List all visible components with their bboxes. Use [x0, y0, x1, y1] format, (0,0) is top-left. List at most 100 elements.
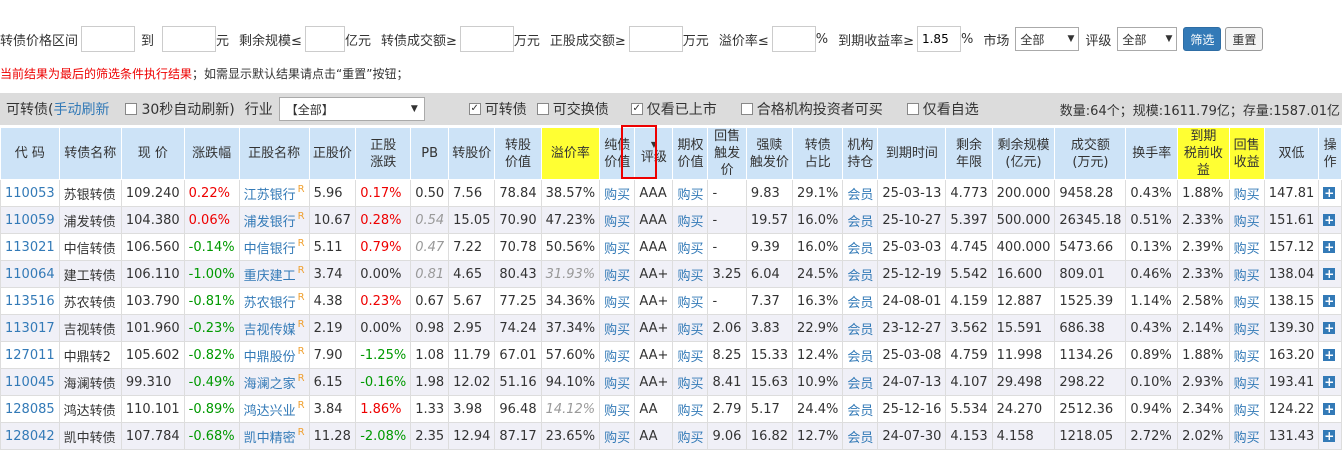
add-icon[interactable]: + — [1323, 186, 1336, 199]
buy-link[interactable]: 购买 — [1228, 179, 1265, 207]
column-header[interactable]: PB — [410, 127, 450, 180]
buy-link[interactable]: 购买 — [1228, 422, 1265, 450]
bond-code-link[interactable]: 110045 — [0, 368, 60, 396]
column-header[interactable]: 剩余规模 (亿元) — [991, 127, 1056, 180]
buy-link[interactable]: 购买 — [599, 368, 636, 396]
buy-link[interactable]: 购买 — [599, 314, 636, 342]
self-select-checkbox[interactable]: 仅看自选 — [906, 99, 979, 119]
manual-refresh-link[interactable]: 手动刷新 — [53, 99, 109, 119]
buy-link[interactable]: 购买 — [599, 287, 636, 315]
institutional-checkbox[interactable]: 合格机构投资者可买 — [740, 99, 883, 119]
member-link[interactable]: 会员 — [842, 287, 879, 315]
buy-link[interactable]: 购买 — [672, 179, 709, 207]
member-link[interactable]: 会员 — [842, 422, 879, 450]
member-link[interactable]: 会员 — [842, 179, 879, 207]
column-header[interactable]: 机构 持仓 — [842, 127, 879, 180]
stock-name-link[interactable]: 江苏银行 R — [238, 179, 310, 207]
action-cell[interactable]: + — [1318, 314, 1342, 342]
action-cell[interactable]: + — [1318, 260, 1342, 288]
add-icon[interactable]: + — [1323, 321, 1336, 334]
table-row[interactable]: 127011 中鼎转2 105.602 -0.82% 中鼎股份 R 7.90 -1.25% 1.… — [0, 341, 1342, 369]
add-icon[interactable]: + — [1323, 240, 1336, 253]
member-link[interactable]: 会员 — [842, 233, 879, 261]
stock-name-link[interactable]: 凯中精密 R — [238, 422, 310, 450]
market-select[interactable]: 全部 ▼ — [1015, 27, 1080, 51]
buy-link[interactable]: 购买 — [672, 206, 709, 234]
stock-name-link[interactable]: 重庆建工 R — [238, 260, 310, 288]
member-link[interactable]: 会员 — [842, 368, 879, 396]
column-header[interactable]: 涨跌幅 — [183, 127, 240, 180]
ytm-input[interactable] — [916, 26, 961, 52]
column-header[interactable]: 回售 收益 — [1228, 127, 1265, 180]
table-row[interactable]: 110053 苏银转债 109.240 0.22% 江苏银行 R 5.96 0.17% 0.50… — [0, 179, 1342, 207]
stock-name-link[interactable]: 苏农银行 R — [238, 287, 310, 315]
action-cell[interactable]: + — [1318, 395, 1342, 423]
bond-code-link[interactable]: 113017 — [0, 314, 60, 342]
buy-link[interactable]: 购买 — [599, 260, 636, 288]
buy-link[interactable]: 购买 — [1228, 287, 1265, 315]
column-header[interactable]: 回售 触发价 — [707, 127, 747, 180]
buy-link[interactable]: 购买 — [1228, 260, 1265, 288]
column-header[interactable]: 转股价 — [448, 127, 496, 180]
column-header[interactable]: 现 价 — [120, 127, 185, 180]
price-max-input[interactable] — [162, 26, 217, 52]
buy-link[interactable]: 购买 — [672, 314, 709, 342]
member-link[interactable]: 会员 — [842, 395, 879, 423]
column-header[interactable]: 换手率 — [1125, 127, 1179, 180]
stock-name-link[interactable]: 中信银行 R — [238, 233, 310, 261]
buy-link[interactable]: 购买 — [599, 341, 636, 369]
auto-refresh-checkbox[interactable]: 30秒自动刷新) — [125, 99, 235, 119]
action-cell[interactable]: + — [1318, 422, 1342, 450]
column-header[interactable]: 操作 — [1318, 127, 1342, 180]
add-icon[interactable]: + — [1323, 213, 1336, 226]
cb-checkbox[interactable]: ✓ 可转债 — [468, 99, 527, 119]
stock-name-link[interactable]: 鸿达兴业 R — [238, 395, 310, 423]
member-link[interactable]: 会员 — [842, 314, 879, 342]
member-link[interactable]: 会员 — [842, 260, 879, 288]
action-cell[interactable]: + — [1318, 206, 1342, 234]
buy-link[interactable]: 购买 — [1228, 368, 1265, 396]
column-header[interactable]: 正股价 — [308, 127, 357, 180]
buy-link[interactable]: 购买 — [599, 422, 636, 450]
add-icon[interactable]: + — [1323, 348, 1336, 361]
column-header[interactable]: 剩余 年限 — [945, 127, 993, 180]
bond-code-link[interactable]: 110059 — [0, 206, 60, 234]
table-row[interactable]: 110045 海澜转债 99.310 -0.49% 海澜之家 R 6.15 -0.16% 1.9… — [0, 368, 1342, 396]
bond-code-link[interactable]: 128042 — [0, 422, 60, 450]
column-header[interactable]: 双低 — [1263, 127, 1320, 180]
column-header[interactable]: 代 码 — [0, 127, 60, 180]
action-cell[interactable]: + — [1318, 341, 1342, 369]
stock-name-link[interactable]: 海澜之家 R — [238, 368, 310, 396]
buy-link[interactable]: 购买 — [599, 233, 636, 261]
listed-only-checkbox[interactable]: ✓ 仅看已上市 — [630, 99, 717, 119]
buy-link[interactable]: 购买 — [1228, 314, 1265, 342]
bond-code-link[interactable]: 110053 — [0, 179, 60, 207]
remain-size-input[interactable] — [304, 26, 345, 52]
buy-link[interactable]: 购买 — [672, 233, 709, 261]
buy-link[interactable]: 购买 — [672, 260, 709, 288]
column-header[interactable]: 转债 占比 — [792, 127, 844, 180]
action-cell[interactable]: + — [1318, 368, 1342, 396]
column-header[interactable]: 到期时间 — [877, 127, 947, 180]
price-min-input[interactable] — [81, 26, 136, 52]
action-cell[interactable]: + — [1318, 287, 1342, 315]
add-icon[interactable]: + — [1323, 267, 1336, 280]
add-icon[interactable]: + — [1323, 429, 1336, 442]
buy-link[interactable]: 购买 — [599, 206, 636, 234]
column-header[interactable]: 到期 税前收益 — [1177, 127, 1230, 180]
column-header[interactable]: 期权 价值 — [672, 127, 709, 180]
column-header[interactable]: 成交额 (万元) — [1054, 127, 1127, 180]
rating-select[interactable]: 全部 ▼ — [1117, 27, 1178, 51]
column-header[interactable]: 正股名称 — [238, 127, 310, 180]
bond-code-link[interactable]: 128085 — [0, 395, 60, 423]
buy-link[interactable]: 购买 — [1228, 341, 1265, 369]
bond-code-link[interactable]: 113021 — [0, 233, 60, 261]
bond-code-link[interactable]: 110064 — [0, 260, 60, 288]
column-header[interactable]: 转股 价值 — [494, 127, 542, 180]
premium-input[interactable] — [771, 26, 816, 52]
column-header[interactable]: 转债名称 — [58, 127, 122, 180]
stock-name-link[interactable]: 浦发银行 R — [238, 206, 310, 234]
buy-link[interactable]: 购买 — [1228, 233, 1265, 261]
stock-name-link[interactable]: 中鼎股份 R — [238, 341, 310, 369]
table-row[interactable]: 110059 浦发转债 104.380 0.06% 浦发银行 R 10.67 0.28% 0.5… — [0, 206, 1342, 234]
